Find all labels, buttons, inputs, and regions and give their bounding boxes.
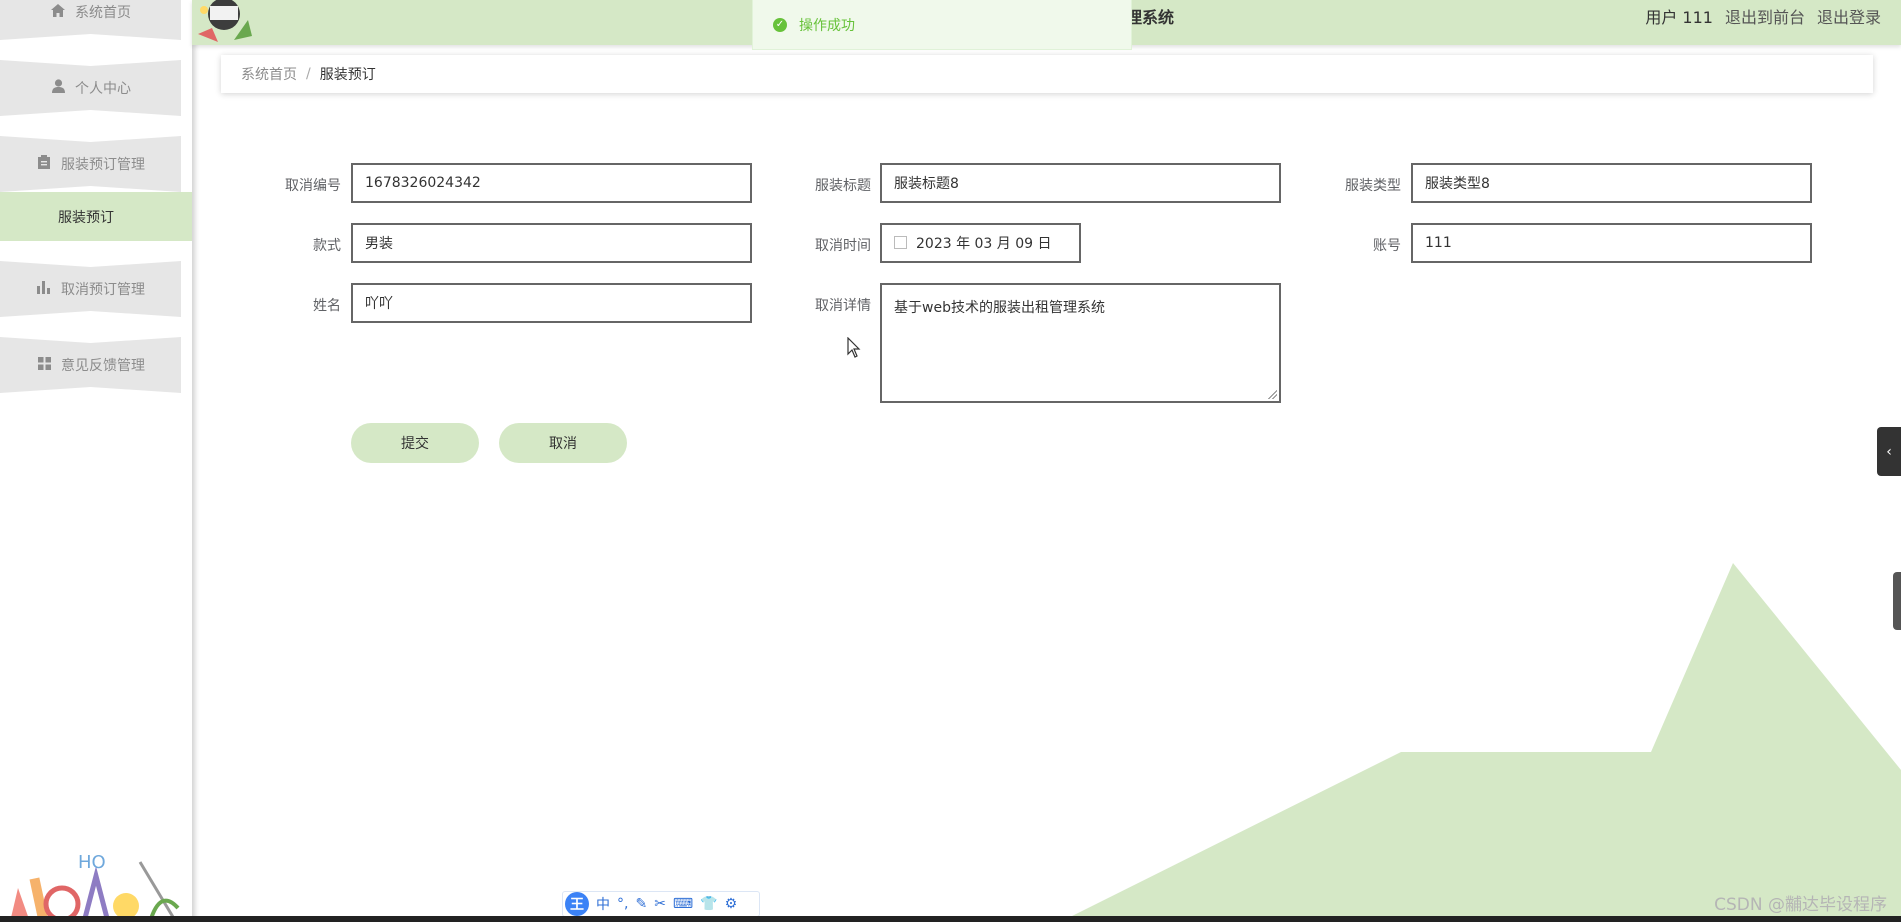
account-label: 账号	[1373, 238, 1401, 254]
breadcrumb-current: 服装预订	[319, 67, 376, 83]
ime-skin-icon[interactable]: 👕	[700, 896, 717, 912]
side-panel-toggle[interactable]: ‹	[1877, 427, 1901, 476]
check-circle-icon: ✓	[773, 17, 787, 32]
header-title: 理系统	[1126, 8, 1175, 27]
cancel-no-value: 1678326024342	[365, 175, 481, 191]
sidebar: 系统首页 个人中心 服装预订管理 服装预订 取消预订管理 意见反馈管理 HO	[0, 0, 192, 922]
ime-logo-icon[interactable]: 王	[565, 892, 589, 916]
cancel-button[interactable]: 取消	[499, 423, 627, 463]
sidebar-item-cancel-management[interactable]: 取消预订管理	[0, 261, 181, 317]
back-to-front-link[interactable]: 退出到前台	[1725, 4, 1805, 28]
decorative-mountain-shape	[1060, 563, 1901, 922]
submit-button[interactable]: 提交	[351, 423, 479, 463]
cancel-time-field[interactable]: 2023 年 03 月 09 日	[880, 223, 1081, 263]
sidebar-subitem-booking[interactable]: 服装预订	[0, 192, 192, 241]
grid-icon	[36, 357, 52, 374]
cancel-detail-textarea[interactable]: 基于web技术的服装出租管理系统	[880, 283, 1281, 403]
sidebar-item-label: 服装预订管理	[61, 157, 145, 173]
chevron-left-icon: ‹	[1886, 443, 1892, 460]
ime-toolbar: 王 中 °, ✎ ✂ ⌨ 👕 ⚙	[562, 891, 760, 917]
success-toast: ✓ 操作成功	[752, 0, 1132, 50]
ime-keyboard-icon[interactable]: ⌨	[673, 896, 693, 912]
sidebar-item-profile[interactable]: 个人中心	[0, 60, 181, 116]
clothing-type-field[interactable]: 服装类型8	[1411, 163, 1812, 203]
clothing-title-field[interactable]: 服装标题8	[880, 163, 1281, 203]
ime-punctuation-icon[interactable]: °,	[617, 896, 628, 912]
home-icon	[50, 4, 66, 21]
ime-scissors-icon[interactable]: ✂	[654, 896, 666, 912]
sidebar-subitem-label: 服装预订	[58, 209, 114, 226]
svg-text:HO: HO	[78, 852, 106, 873]
logo-icon	[196, 0, 252, 44]
toast-message: 操作成功	[799, 17, 855, 34]
cancel-no-field[interactable]: 1678326024342	[351, 163, 752, 203]
sidebar-item-feedback-management[interactable]: 意见反馈管理	[0, 337, 181, 393]
style-label: 款式	[313, 238, 341, 254]
name-label: 姓名	[313, 298, 341, 314]
logout-link[interactable]: 退出登录	[1817, 4, 1881, 28]
clipboard-icon	[36, 155, 52, 173]
bottom-strip	[0, 916, 1901, 922]
cancel-detail-label: 取消详情	[815, 298, 871, 314]
clothing-title-value: 服装标题8	[894, 176, 959, 192]
ime-chinese-mode[interactable]: 中	[596, 894, 610, 914]
sidebar-item-label: 意见反馈管理	[61, 358, 145, 374]
resize-grip-icon[interactable]	[1267, 389, 1277, 399]
cancel-detail-value: 基于web技术的服装出租管理系统	[894, 300, 1105, 316]
sidebar-item-label: 取消预订管理	[61, 282, 145, 298]
cancel-time-value: 2023 年 03 月 09 日	[916, 236, 1052, 252]
name-value: 吖吖	[365, 296, 393, 312]
calendar-icon	[894, 235, 907, 249]
decorative-doodle-image: HO	[10, 852, 180, 922]
app-root: 系统首页 个人中心 服装预订管理 服装预订 取消预订管理 意见反馈管理 HO 理…	[0, 0, 1901, 922]
clothing-title-label: 服装标题	[815, 178, 871, 194]
clothing-type-label: 服装类型	[1345, 178, 1401, 194]
sidebar-item-home[interactable]: 系统首页	[0, 0, 181, 40]
breadcrumb: 系统首页 / 服装预订	[221, 55, 1873, 93]
watermark-text: CSDN @黼达毕设程序	[1714, 895, 1887, 915]
mouse-cursor-icon	[847, 337, 861, 358]
cancel-time-label: 取消时间	[815, 238, 871, 254]
sidebar-item-label: 系统首页	[75, 5, 131, 21]
user-icon	[50, 79, 66, 97]
account-field[interactable]: 111	[1411, 223, 1812, 263]
account-value: 111	[1425, 235, 1452, 251]
breadcrumb-separator: /	[306, 66, 311, 82]
header-user-area: 用户 111 退出到前台 退出登录	[1645, 4, 1881, 28]
ime-settings-icon[interactable]: ⚙	[725, 896, 738, 912]
bar-chart-icon	[36, 281, 52, 298]
sidebar-item-label: 个人中心	[75, 81, 131, 97]
breadcrumb-home[interactable]: 系统首页	[241, 64, 297, 84]
name-field[interactable]: 吖吖	[351, 283, 752, 323]
user-label: 用户 111	[1645, 8, 1713, 27]
style-value: 男装	[365, 236, 393, 252]
style-field[interactable]: 男装	[351, 223, 752, 263]
sidebar-item-booking-management[interactable]: 服装预订管理	[0, 136, 181, 192]
clothing-type-value: 服装类型8	[1425, 176, 1490, 192]
cancel-no-label: 取消编号	[285, 178, 341, 194]
ime-pen-icon[interactable]: ✎	[635, 896, 647, 912]
edge-widget[interactable]	[1893, 572, 1901, 630]
